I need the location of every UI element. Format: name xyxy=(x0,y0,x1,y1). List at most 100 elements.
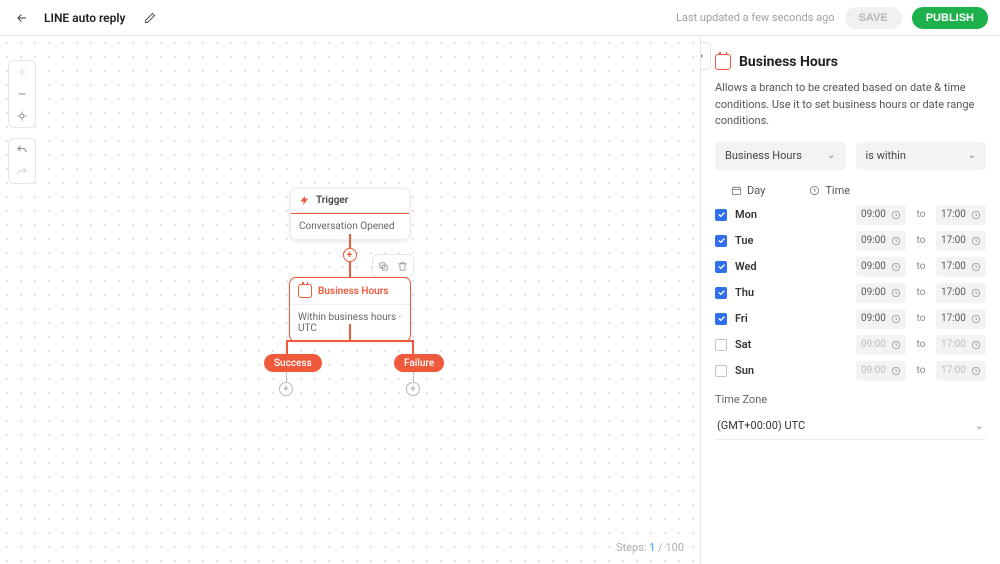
flow-canvas[interactable]: Trigger Conversation Opened + Business H… xyxy=(0,36,700,564)
day-checkbox-mon[interactable] xyxy=(715,209,727,221)
clock-icon xyxy=(971,262,981,272)
time-from-fri[interactable]: 09:00 xyxy=(856,309,906,329)
time-to-wed[interactable]: 17:00 xyxy=(936,257,986,277)
to-label: to xyxy=(914,313,928,324)
time-from-thu[interactable]: 09:00 xyxy=(856,283,906,303)
time-to-sat[interactable]: 17:00 xyxy=(936,335,986,355)
branch-pill-failure[interactable]: Failure xyxy=(394,354,444,372)
calendar-icon xyxy=(731,185,742,196)
header-left: LINE auto reply xyxy=(12,8,159,28)
back-button[interactable] xyxy=(12,8,32,28)
condition-operator-select[interactable]: is within ⌄ xyxy=(856,142,987,170)
zoom-in-button[interactable] xyxy=(8,61,36,83)
connector-line xyxy=(349,324,351,340)
clock-icon xyxy=(891,262,901,272)
time-to-mon[interactable]: 17:00 xyxy=(936,205,986,225)
plus-icon xyxy=(16,66,28,78)
clock-icon xyxy=(891,314,901,324)
timezone-select[interactable]: (GMT+00:00) UTC ⌄ xyxy=(715,412,986,440)
undo-icon xyxy=(15,144,29,156)
day-label: Tue xyxy=(735,234,763,247)
day-checkbox-wed[interactable] xyxy=(715,261,727,273)
steps-counter: Steps: 1 / 100 xyxy=(616,541,684,554)
connector-line xyxy=(286,340,288,354)
node-trigger-title: Trigger xyxy=(316,195,348,206)
clock-icon xyxy=(891,210,901,220)
redo-icon xyxy=(15,166,29,178)
clock-icon xyxy=(891,340,901,350)
header-right: Last updated a few seconds ago SAVE PUBL… xyxy=(676,7,988,29)
time-from-mon[interactable]: 09:00 xyxy=(856,205,906,225)
day-row-thu: Thu09:00to17:00 xyxy=(715,283,986,303)
day-row-tue: Tue 09:00 to 17:00 xyxy=(715,231,986,251)
day-row-mon: Mon09:00to17:00 xyxy=(715,205,986,225)
chevron-right-icon xyxy=(700,51,706,61)
day-label: Fri xyxy=(735,312,763,325)
day-checkbox-sat[interactable] xyxy=(715,339,727,351)
chevron-down-icon: ⌄ xyxy=(968,150,976,161)
node-trigger-head: Trigger xyxy=(291,189,409,213)
calendar-icon xyxy=(298,284,312,298)
connector-line xyxy=(412,340,414,354)
trash-icon xyxy=(397,261,408,272)
node-trigger[interactable]: Trigger Conversation Opened xyxy=(290,188,410,240)
clock-icon xyxy=(891,236,901,246)
day-checkbox-fri[interactable] xyxy=(715,313,727,325)
to-label: to xyxy=(914,365,928,376)
chevron-down-icon: ⌄ xyxy=(827,150,835,161)
zoom-toolbar xyxy=(8,60,36,128)
time-to-tue[interactable]: 17:00 xyxy=(936,231,986,251)
delete-button[interactable] xyxy=(397,261,408,272)
time-to-thu[interactable]: 17:00 xyxy=(936,283,986,303)
add-step-failure-button[interactable]: + xyxy=(406,382,420,396)
zoom-out-button[interactable] xyxy=(8,83,36,105)
node-bh-title: Business Hours xyxy=(318,286,388,297)
day-checkbox-tue[interactable] xyxy=(715,235,727,247)
pencil-icon xyxy=(144,12,156,24)
day-checkbox-thu[interactable] xyxy=(715,287,727,299)
day-label: Mon xyxy=(735,208,763,221)
add-step-button[interactable]: + xyxy=(343,248,357,262)
to-label: to xyxy=(914,339,928,350)
save-button[interactable]: SAVE xyxy=(845,7,902,29)
edit-title-button[interactable] xyxy=(141,9,159,27)
day-label: Sun xyxy=(735,364,763,377)
clock-icon xyxy=(971,314,981,324)
to-label: to xyxy=(914,261,928,272)
steps-sep: / xyxy=(655,541,665,554)
duplicate-button[interactable] xyxy=(378,261,389,272)
day-checkbox-sun[interactable] xyxy=(715,365,727,377)
day-label: Wed xyxy=(735,260,763,273)
fit-view-button[interactable] xyxy=(8,105,36,127)
clock-icon xyxy=(891,288,901,298)
to-label: to xyxy=(914,235,928,246)
last-updated-text: Last updated a few seconds ago xyxy=(676,11,835,24)
branch-hbar xyxy=(286,340,414,342)
redo-button[interactable] xyxy=(8,161,36,183)
time-to-fri[interactable]: 17:00 xyxy=(936,309,986,329)
time-from-sat[interactable]: 09:00 xyxy=(856,335,906,355)
publish-button[interactable]: PUBLISH xyxy=(912,7,988,29)
node-actions xyxy=(372,254,414,278)
panel-description: Allows a branch to be created based on d… xyxy=(715,80,986,130)
clock-icon xyxy=(971,210,981,220)
node-bh-head: Business Hours xyxy=(290,278,410,305)
clock-icon xyxy=(971,366,981,376)
day-label: Sat xyxy=(735,338,763,351)
col-header-day: Day xyxy=(731,184,765,197)
day-row-sat: Sat 09:00 to 17:00 xyxy=(715,335,986,355)
condition-type-select[interactable]: Business Hours ⌄ xyxy=(715,142,846,170)
arrow-left-icon xyxy=(15,11,29,25)
history-toolbar xyxy=(8,138,36,184)
time-from-wed[interactable]: 09:00 xyxy=(856,257,906,277)
day-row-wed: Wed 09:00 to 17:00 xyxy=(715,257,986,277)
collapse-panel-button[interactable] xyxy=(700,42,711,70)
panel-title: Business Hours xyxy=(739,54,838,70)
time-to-sun[interactable]: 17:00 xyxy=(936,361,986,381)
time-from-sun[interactable]: 09:00 xyxy=(856,361,906,381)
add-step-success-button[interactable]: + xyxy=(279,382,293,396)
app-header: LINE auto reply Last updated a few secon… xyxy=(0,0,1000,36)
time-from-tue[interactable]: 09:00 xyxy=(856,231,906,251)
undo-button[interactable] xyxy=(8,139,36,161)
branch-pill-success[interactable]: Success xyxy=(264,354,322,372)
